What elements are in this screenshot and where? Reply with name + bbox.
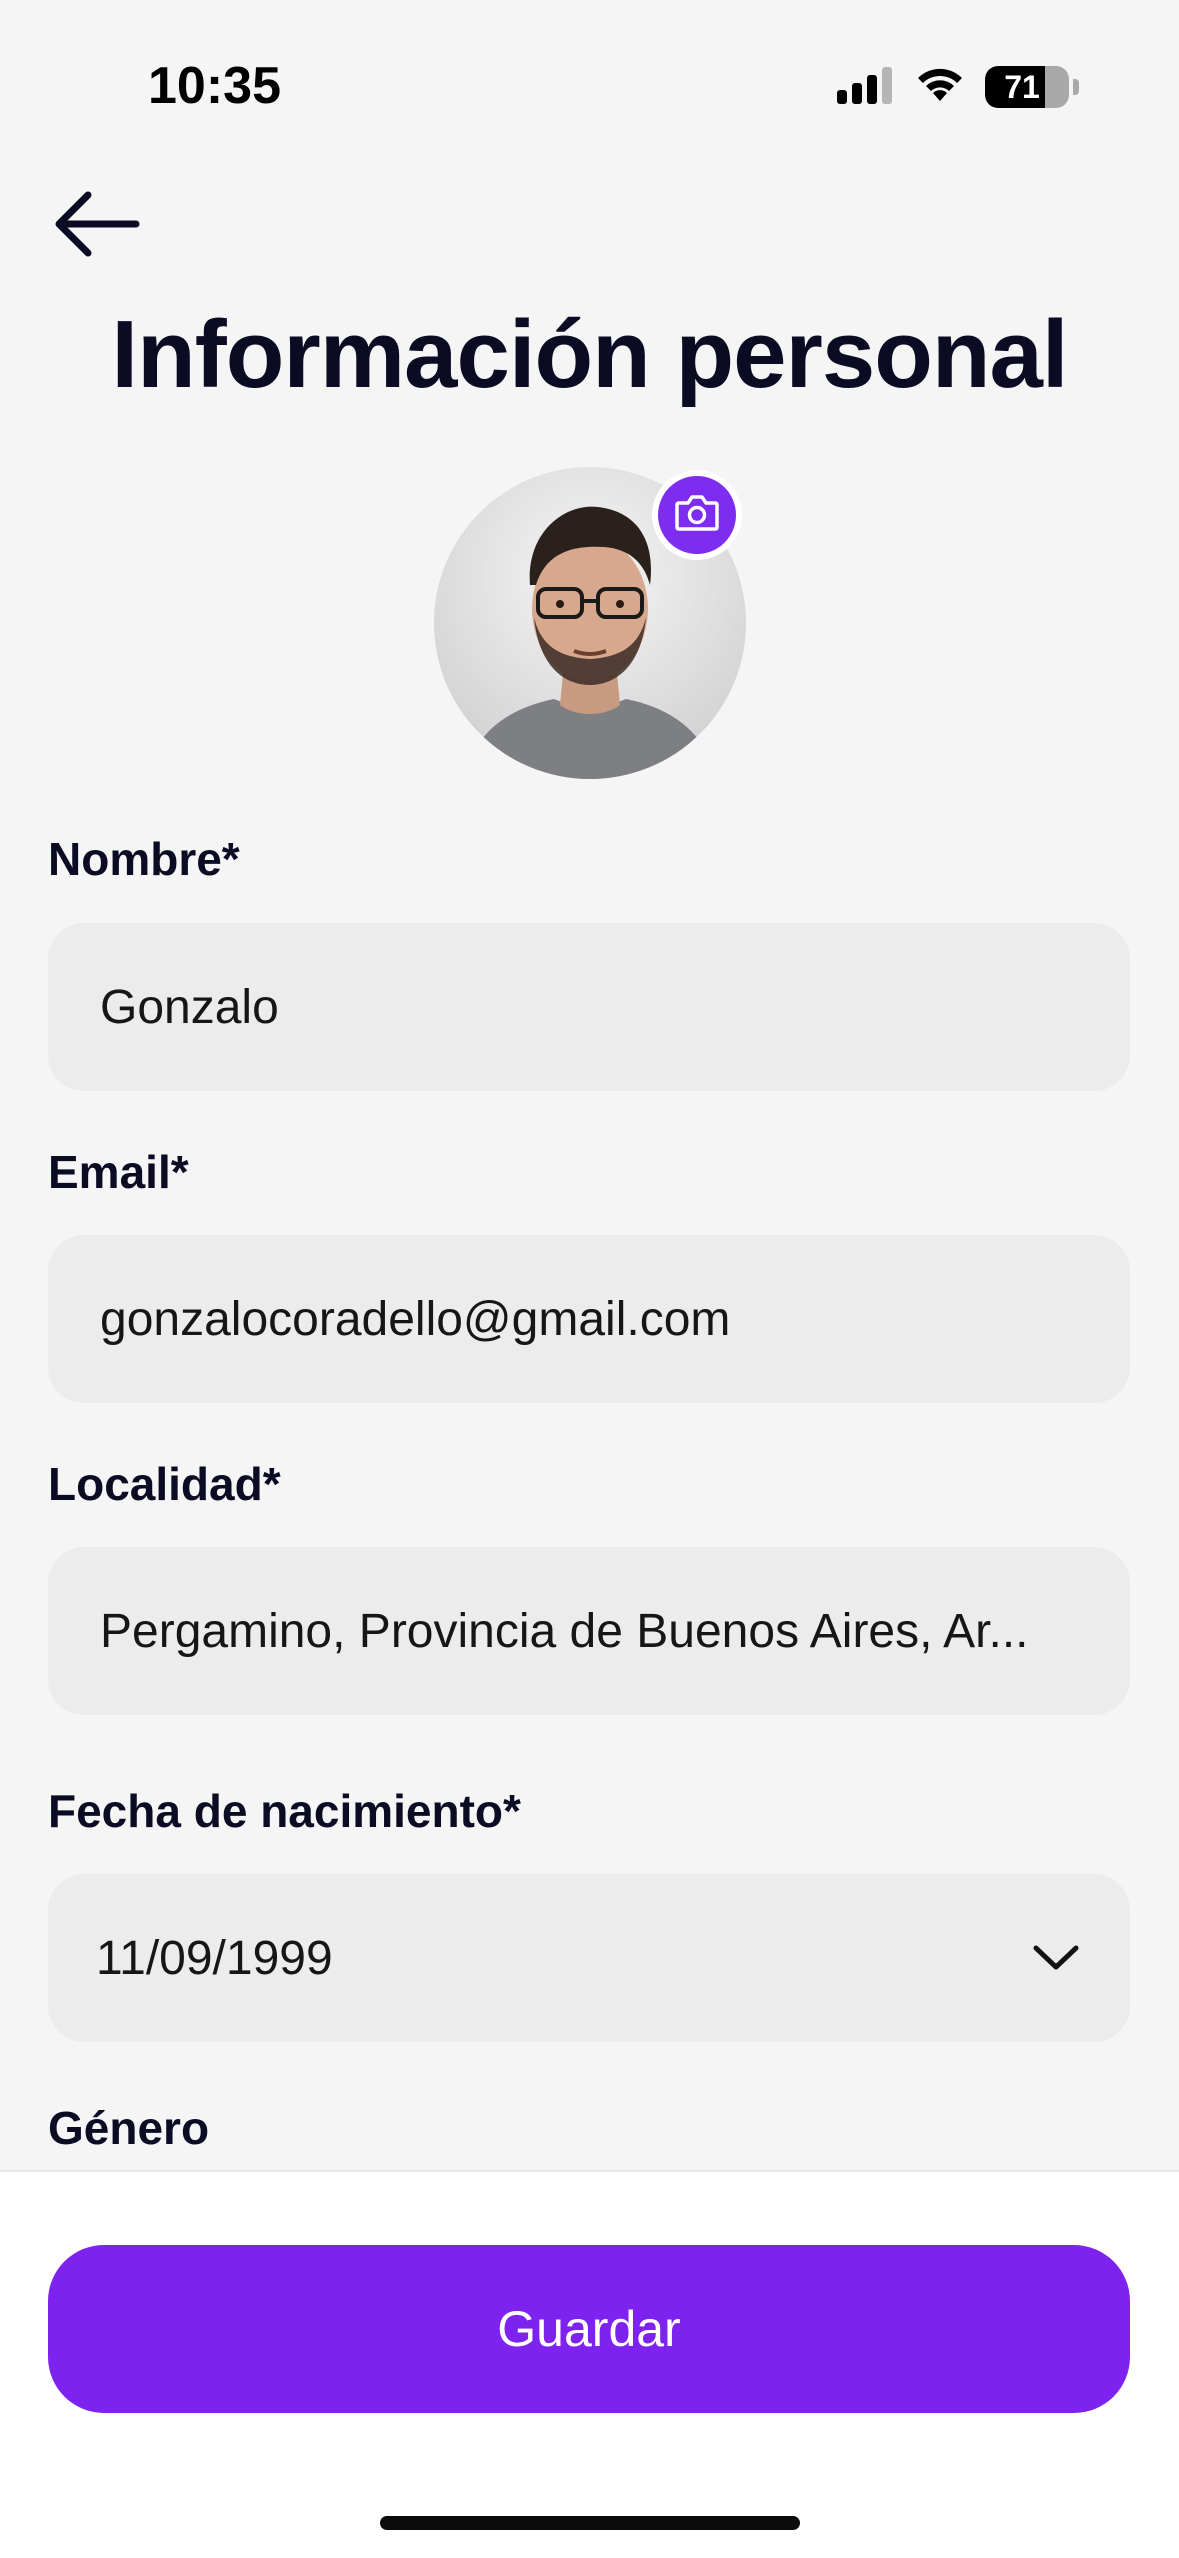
birthdate-label: Fecha de nacimiento*	[48, 1785, 521, 1837]
email-value: gonzalocoradello@gmail.com	[100, 1292, 731, 1346]
chevron-down-icon	[1026, 1928, 1086, 1988]
save-button[interactable]: Guardar	[48, 2245, 1130, 2413]
back-button[interactable]	[48, 186, 144, 266]
camera-icon	[674, 493, 720, 538]
battery-indicator: 71	[985, 66, 1069, 108]
wifi-icon	[913, 65, 967, 110]
email-field[interactable]: gonzalocoradello@gmail.com	[48, 1235, 1130, 1403]
status-bar: 10:35 71	[0, 0, 1179, 170]
change-photo-button[interactable]	[652, 470, 742, 560]
battery-percent: 71	[1004, 68, 1040, 105]
location-field[interactable]: Pergamino, Provincia de Buenos Aires, Ar…	[48, 1547, 1130, 1715]
home-indicator	[380, 2516, 800, 2530]
name-value: Gonzalo	[100, 980, 279, 1034]
name-field[interactable]: Gonzalo	[48, 923, 1130, 1091]
birthdate-select[interactable]: 11/09/1999	[48, 1874, 1130, 2042]
birthdate-value: 11/09/1999	[96, 1931, 333, 1985]
status-icons: 71	[837, 62, 1079, 112]
status-time: 10:35	[148, 57, 281, 115]
cellular-signal-icon	[837, 66, 895, 109]
battery-tip	[1073, 79, 1079, 95]
location-label: Localidad*	[48, 1458, 281, 1510]
gender-label: Género	[48, 2102, 210, 2154]
arrow-left-icon	[52, 189, 140, 264]
location-value: Pergamino, Provincia de Buenos Aires, Ar…	[100, 1604, 1029, 1658]
page-title: Información personal	[111, 301, 1068, 408]
name-label: Nombre*	[48, 833, 240, 885]
email-label: Email*	[48, 1146, 189, 1198]
